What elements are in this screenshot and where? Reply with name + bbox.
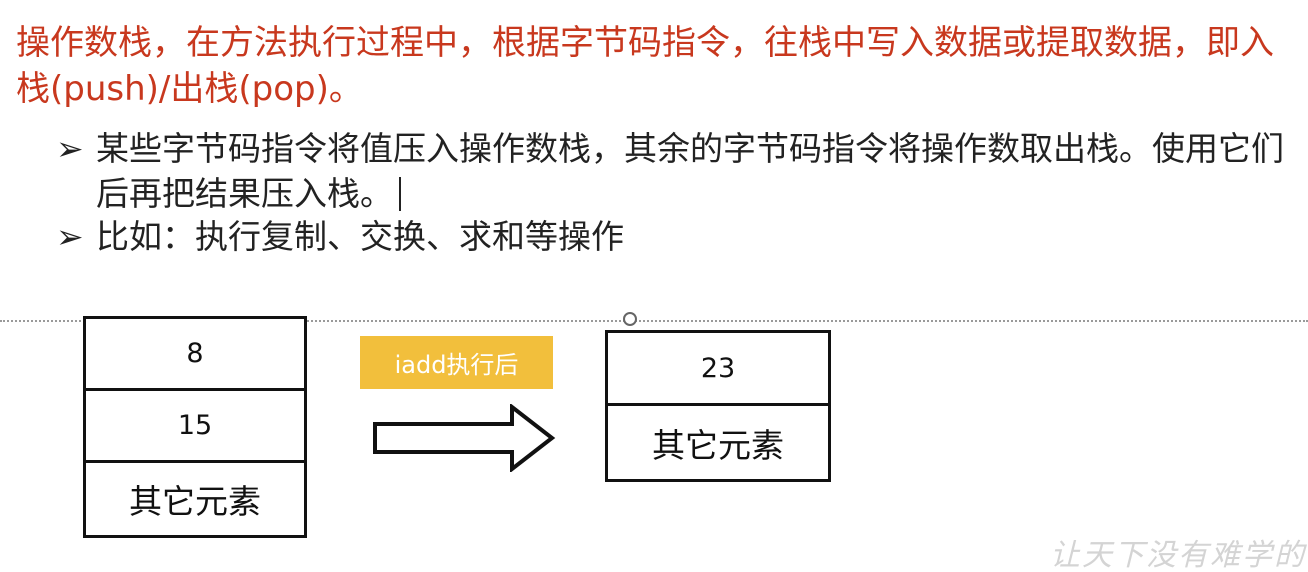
stack-cell: 15 <box>86 391 304 463</box>
bullet-item-2: ➢ 比如：执行复制、交换、求和等操作 <box>56 214 1286 259</box>
stack-cell: 其它元素 <box>129 482 261 521</box>
bullet-arrow-icon: ➢ <box>56 129 84 168</box>
stack-cell: 其它元素 <box>652 425 784 465</box>
operand-stack-after: 23 其它元素 <box>605 330 831 482</box>
operation-label-badge: iadd执行后 <box>360 336 553 389</box>
operand-stack-before: 8 15 其它元素 <box>83 316 307 538</box>
stack-cell: 8 <box>86 319 304 391</box>
bullet-text-1-content: 某些字节码指令将值压入操作数栈，其余的字节码指令将操作数取出栈。使用它们后再把结… <box>96 129 1284 213</box>
stack-cell: 23 <box>608 333 828 406</box>
selection-handle[interactable] <box>623 312 637 326</box>
bullet-text-1: 某些字节码指令将值压入操作数栈，其余的字节码指令将操作数取出栈。使用它们后再把结… <box>96 126 1286 216</box>
slide: 操作数栈，在方法执行过程中，根据字节码指令，往栈中写入数据或提取数据，即入栈(p… <box>0 0 1308 572</box>
slide-heading: 操作数栈，在方法执行过程中，根据字节码指令，往栈中写入数据或提取数据，即入栈(p… <box>16 23 1274 109</box>
bullet-arrow-icon: ➢ <box>56 217 84 256</box>
watermark: 让天下没有难学的 <box>1050 538 1306 572</box>
right-arrow-icon <box>373 404 556 472</box>
bullet-text-2: 比如：执行复制、交换、求和等操作 <box>96 217 624 256</box>
bullet-item-1: ➢ 某些字节码指令将值压入操作数栈，其余的字节码指令将操作数取出栈。使用它们后再… <box>56 126 1286 216</box>
text-cursor <box>399 177 401 211</box>
